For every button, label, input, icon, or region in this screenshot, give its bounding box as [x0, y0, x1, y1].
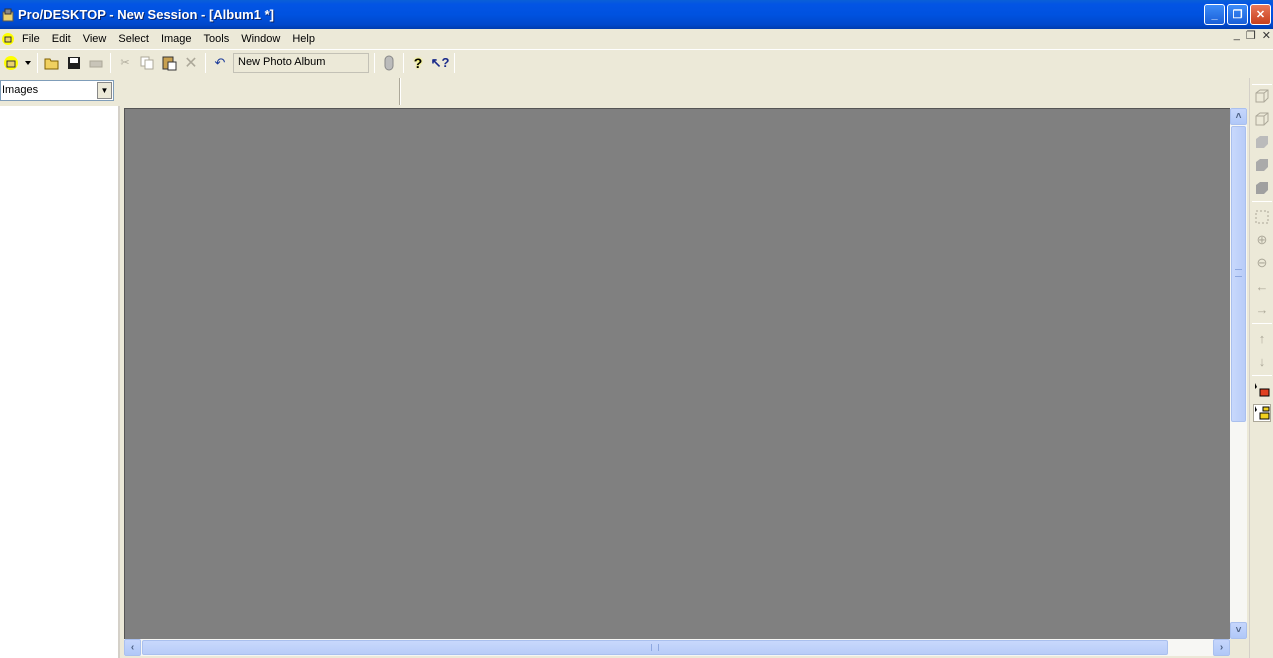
paste-icon[interactable] [158, 52, 180, 74]
pan-right-icon[interactable]: → [1253, 300, 1271, 318]
save-icon[interactable] [63, 52, 85, 74]
vertical-scroll-thumb[interactable] [1231, 126, 1246, 422]
scroll-down-button[interactable]: ˅ [1230, 622, 1247, 639]
main-toolbar: ✂ ✕ ↶ New Photo Album ? ↖? [0, 49, 1273, 75]
menu-tools[interactable]: Tools [198, 33, 236, 45]
view-toolbar: ⊕ ⊖ ← → ↑ ↓ [1249, 78, 1273, 658]
restore-button[interactable]: ❐ [1227, 4, 1248, 25]
wireframe-view-icon[interactable] [1253, 87, 1271, 105]
zoom-in-icon[interactable]: ⊕ [1253, 231, 1271, 249]
pan-left-icon[interactable]: ← [1253, 277, 1271, 295]
scroll-left-button[interactable]: ‹ [124, 639, 141, 656]
album-tree-panel[interactable] [0, 106, 120, 658]
delete-icon[interactable]: ✕ [180, 52, 202, 74]
menu-image[interactable]: Image [155, 33, 198, 45]
window-title: Pro/DESKTOP - New Session - [Album1 *] [18, 7, 274, 22]
hidden-line-view-icon[interactable] [1253, 110, 1271, 128]
pan-up-icon[interactable]: ↑ [1253, 329, 1271, 347]
scroll-up-button[interactable]: ˄ [1230, 108, 1247, 125]
mdi-close-button[interactable]: ✕ [1262, 29, 1271, 42]
chevron-down-icon[interactable]: ▼ [97, 82, 112, 99]
zoom-out-icon[interactable]: ⊖ [1253, 254, 1271, 272]
document-name-field[interactable]: New Photo Album [233, 52, 369, 73]
scroll-right-button[interactable]: › [1213, 639, 1230, 656]
menu-help[interactable]: Help [286, 33, 321, 45]
select-group-icon[interactable] [1253, 404, 1271, 422]
cut-icon[interactable]: ✂ [114, 52, 136, 74]
whats-this-icon[interactable]: ↖? [429, 52, 451, 74]
app-menu-icon[interactable] [0, 52, 22, 74]
horizontal-scrollbar[interactable]: ‹ › [124, 639, 1230, 656]
vertical-scrollbar[interactable]: ˄ ˅ [1230, 108, 1247, 639]
print-icon[interactable] [85, 52, 107, 74]
minimize-button[interactable]: _ [1204, 4, 1225, 25]
dropdown-arrow-icon[interactable] [22, 52, 34, 74]
link-icon[interactable] [378, 52, 400, 74]
secondary-bar [0, 76, 1273, 106]
close-button[interactable]: ✕ [1250, 4, 1271, 25]
view-type-combo[interactable]: Images ▼ [0, 80, 114, 101]
shaded-view-icon[interactable] [1253, 133, 1271, 151]
copy-icon[interactable] [136, 52, 158, 74]
open-folder-icon[interactable] [41, 52, 63, 74]
undo-icon[interactable]: ↶ [209, 52, 231, 74]
pan-down-icon[interactable]: ↓ [1253, 352, 1271, 370]
select-object-icon[interactable] [1253, 381, 1271, 399]
app-icon[interactable] [1, 8, 15, 22]
zoom-fit-icon[interactable] [1253, 208, 1271, 226]
menu-edit[interactable]: Edit [46, 33, 77, 45]
menu-file[interactable]: File [16, 33, 46, 45]
divider [399, 78, 401, 105]
help-icon[interactable]: ? [407, 52, 429, 74]
album-canvas[interactable] [124, 108, 1230, 640]
document-menu-icon[interactable] [0, 31, 16, 47]
solid-view-icon[interactable] [1253, 179, 1271, 197]
combo-value: Images [2, 84, 39, 96]
mdi-minimize-button[interactable]: _ [1234, 29, 1240, 42]
title-bar: Pro/DESKTOP - New Session - [Album1 *] _… [0, 0, 1273, 29]
menu-select[interactable]: Select [112, 33, 155, 45]
shaded-edges-view-icon[interactable] [1253, 156, 1271, 174]
mdi-restore-button[interactable]: ❐ [1246, 29, 1256, 42]
horizontal-scroll-thumb[interactable] [142, 640, 1168, 655]
menu-window[interactable]: Window [235, 33, 286, 45]
menu-bar: File Edit View Select Image Tools Window… [0, 29, 1273, 48]
menu-view[interactable]: View [77, 33, 113, 45]
